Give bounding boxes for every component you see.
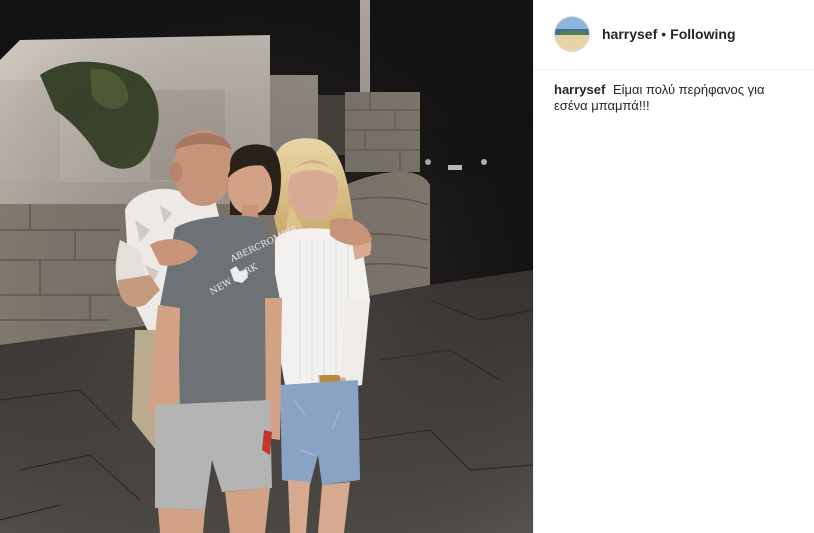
post-image[interactable]: ABERCROMBIE NEW YORK [0, 0, 533, 533]
header-text: harrysef • Following [602, 26, 736, 42]
post-caption: harrysef Είμαι πολύ περήφανος για εσένα … [554, 82, 799, 114]
caption-username[interactable]: harrysef [554, 82, 605, 97]
header-separator: • [661, 26, 667, 42]
following-button[interactable]: Following [670, 26, 735, 42]
header-username[interactable]: harrysef [602, 26, 657, 42]
beach-avatar-icon[interactable] [554, 16, 590, 52]
post-sidebar: harrysef • Following harrysef Είμαι πολύ π… [533, 0, 814, 533]
post-header: harrysef • Following [534, 0, 814, 70]
